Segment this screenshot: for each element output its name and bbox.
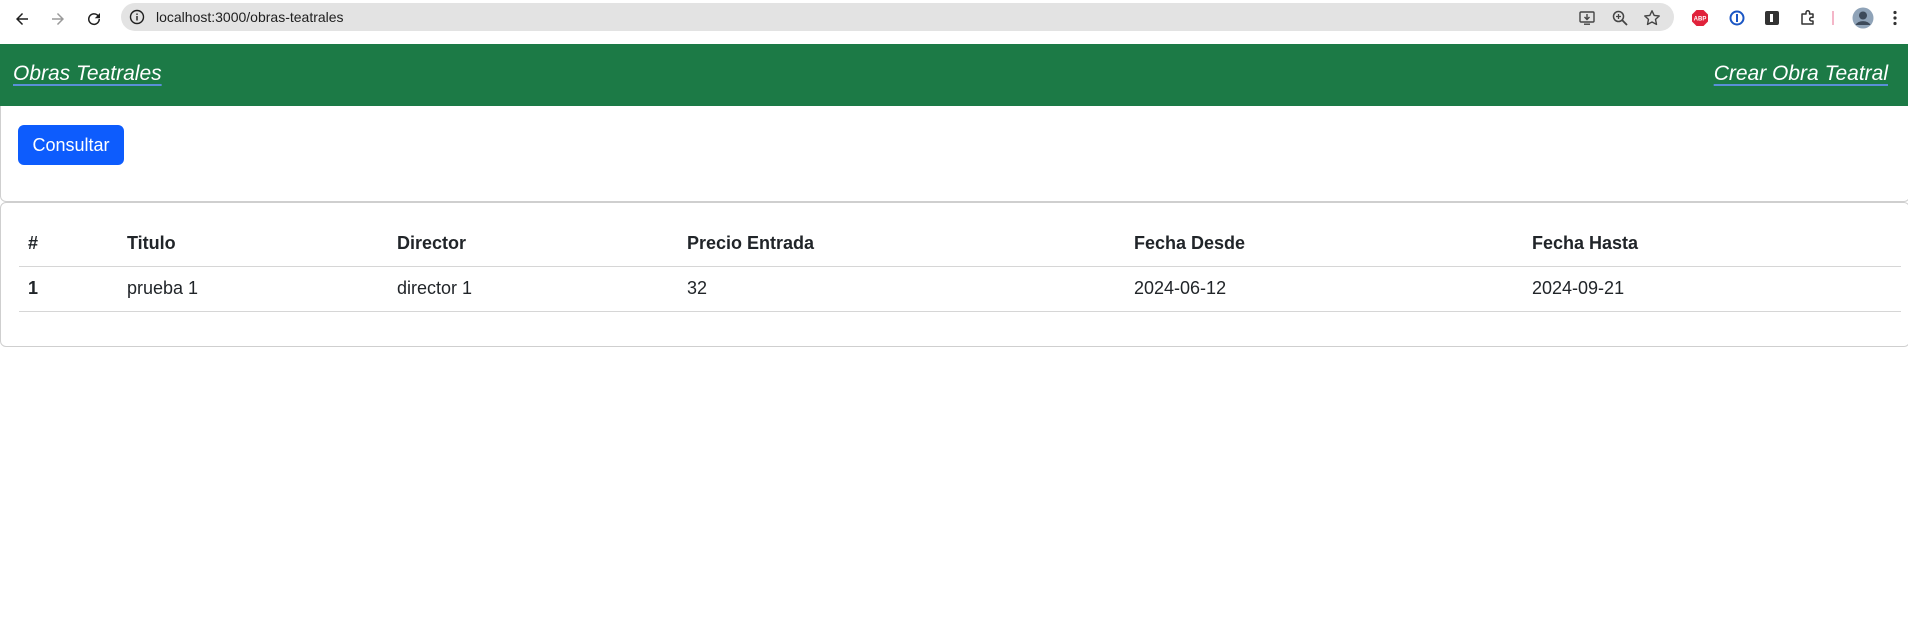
cell-titulo: prueba 1 bbox=[118, 266, 388, 312]
site-info-icon[interactable] bbox=[129, 9, 145, 25]
adblock-icon[interactable]: ABP bbox=[1691, 9, 1709, 27]
cell-fecha-hasta: 2024-09-21 bbox=[1523, 266, 1901, 312]
reader-icon[interactable] bbox=[1763, 9, 1781, 27]
app-navbar: Obras Teatrales Crear Obra Teatral bbox=[0, 44, 1908, 106]
cell-fecha-desde: 2024-06-12 bbox=[1125, 266, 1523, 312]
cell-director: director 1 bbox=[388, 266, 678, 312]
url-text[interactable]: localhost:3000/obras-teatrales bbox=[156, 9, 344, 25]
cell-id: 1 bbox=[19, 266, 118, 312]
brand-link[interactable]: Obras Teatrales bbox=[13, 62, 162, 86]
password-manager-icon[interactable] bbox=[1728, 9, 1746, 27]
menu-icon[interactable] bbox=[1892, 9, 1908, 27]
install-app-icon[interactable] bbox=[1578, 9, 1596, 27]
table-header-row: # Titulo Director Precio Entrada Fecha D… bbox=[19, 222, 1901, 267]
svg-text:ABP: ABP bbox=[1694, 17, 1707, 23]
address-bar[interactable]: localhost:3000/obras-teatrales bbox=[121, 3, 1674, 31]
forward-icon[interactable] bbox=[47, 8, 69, 30]
browser-toolbar: localhost:3000/obras-teatrales ABP bbox=[0, 0, 1908, 36]
extensions-icon[interactable] bbox=[1799, 9, 1817, 27]
column-header-fecha-desde: Fecha Desde bbox=[1125, 222, 1523, 267]
obras-table: # Titulo Director Precio Entrada Fecha D… bbox=[19, 222, 1901, 312]
column-header-precio: Precio Entrada bbox=[678, 222, 1125, 267]
column-header-fecha-hasta: Fecha Hasta bbox=[1523, 222, 1901, 267]
consult-button[interactable]: Consultar bbox=[18, 125, 124, 165]
back-icon[interactable] bbox=[11, 8, 33, 30]
column-header-titulo: Titulo bbox=[118, 222, 388, 267]
create-obra-link[interactable]: Crear Obra Teatral bbox=[1714, 62, 1888, 86]
bookmark-star-icon[interactable] bbox=[1643, 9, 1661, 27]
toolbar-divider bbox=[1832, 11, 1834, 25]
zoom-icon[interactable] bbox=[1611, 9, 1629, 27]
profile-avatar-icon[interactable] bbox=[1852, 7, 1874, 29]
column-header-id: # bbox=[19, 222, 118, 267]
column-header-director: Director bbox=[388, 222, 678, 267]
cell-precio: 32 bbox=[678, 266, 1125, 312]
table-row: 1 prueba 1 director 1 32 2024-06-12 2024… bbox=[19, 266, 1901, 312]
reload-icon[interactable] bbox=[83, 8, 105, 30]
search-card bbox=[0, 106, 1908, 202]
